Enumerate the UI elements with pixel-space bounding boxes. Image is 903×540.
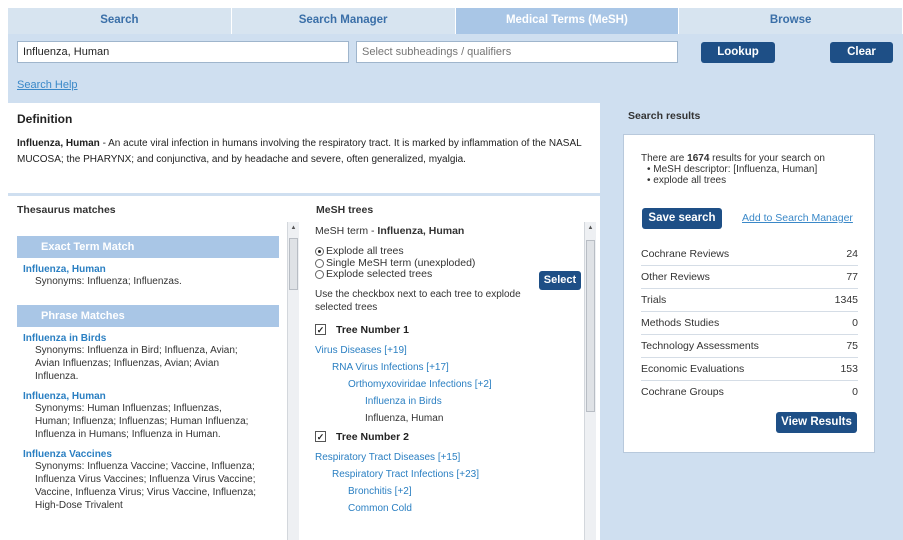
mesh-scrollbar[interactable]: ▲ [584,222,596,540]
thesaurus-heading: Thesaurus matches [17,204,116,216]
result-row[interactable]: Methods Studies 0 [641,312,858,335]
radio-explode-all[interactable]: Explode all trees [315,245,585,258]
result-row[interactable]: Cochrane Groups 0 [641,381,858,404]
results-summary: There are 1674 results for your search o… [641,153,869,186]
mesh-trees-heading: MeSH trees [316,204,374,216]
tab-bar: Search Search Manager Medical Terms (MeS… [8,8,903,34]
definition-text: Influenza, Human - An acute viral infect… [17,136,592,168]
phrase-term-link[interactable]: Influenza in Birds [23,333,259,344]
mesh-term-label: MeSH term - Influenza, Human [315,225,465,237]
checkbox-icon[interactable]: ✓ [315,324,326,335]
exact-term-link[interactable]: Influenza, Human [23,264,287,275]
definition-heading: Definition [17,112,73,126]
tab-medical-terms[interactable]: Medical Terms (MeSH) [455,8,680,34]
tab-browse[interactable]: Browse [679,8,903,34]
radio-icon[interactable] [315,258,324,268]
summary-bullet: explode all trees [647,175,869,186]
result-row[interactable]: Trials 1345 [641,289,858,312]
tree-number-2: ✓ Tree Number 2 [315,430,409,443]
tree-node[interactable]: Influenza in Birds [313,393,585,410]
phrase-term-synonyms: Synonyms: Influenza in Bird; Influenza, … [35,345,238,382]
exact-term-header: Exact Term Match [17,236,279,258]
phrase-term-link[interactable]: Influenza, Human [23,391,259,402]
view-results-button[interactable]: View Results [776,412,857,433]
mesh-tree-panel: MeSH term - Influenza, Human Explode all… [313,222,585,540]
list-item: Influenza, Human Synonyms: Influenza; In… [23,264,287,288]
tree-node[interactable]: Common Cold [313,500,585,517]
definition-body: - An acute viral infection in humans inv… [17,138,582,165]
select-button[interactable]: Select [539,271,581,290]
results-list: Cochrane Reviews 24 Other Reviews 77 Trial… [641,243,858,404]
tree-node[interactable]: Respiratory Tract Infections [+23] [313,466,585,483]
tree-node[interactable]: Respiratory Tract Diseases [+15] [313,449,585,466]
tree-node[interactable]: RNA Virus Infections [+17] [313,359,585,376]
phrase-matches-header: Phrase Matches [17,305,279,327]
result-row[interactable]: Economic Evaluations 153 [641,358,858,381]
search-results-heading: Search results [628,110,701,122]
definition-term: Influenza, Human [17,138,100,149]
scroll-thumb[interactable] [586,240,595,412]
exact-term-synonyms: Synonyms: Influenza; Influenzas. [35,276,182,287]
list-item: Influenza in Birds Synonyms: Influenza i… [23,333,259,383]
result-row[interactable]: Technology Assessments 75 [641,335,858,358]
definition-panel: Definition Influenza, Human - An acute v… [8,103,600,193]
scroll-up-icon[interactable]: ▲ [288,225,299,231]
tree-node[interactable]: Bronchitis [+2] [313,483,585,500]
phrase-term-synonyms: Synonyms: Influenza Vaccine; Vaccine, In… [35,461,257,511]
scroll-thumb[interactable] [289,238,298,290]
save-search-button[interactable]: Save search [642,208,722,229]
summary-bullet: MeSH descriptor: [Influenza, Human] [647,164,869,175]
mesh-instructions: Use the checkbox next to each tree to ex… [315,288,521,313]
qualifier-input[interactable] [356,41,678,63]
phrase-term-link[interactable]: Influenza Vaccines [23,449,259,460]
scroll-up-icon[interactable]: ▲ [585,225,596,231]
radio-icon[interactable] [315,270,324,280]
search-input[interactable] [17,41,349,63]
checkbox-icon[interactable]: ✓ [315,431,326,442]
results-count: 1674 [687,153,710,164]
search-results-panel: There are 1674 results for your search o… [623,134,875,453]
thesaurus-scrollbar[interactable]: ▲ [287,222,299,540]
mesh-term-value: Influenza, Human [377,225,465,237]
list-item: Influenza, Human Synonyms: Human Influen… [23,391,259,441]
thesaurus-list: Exact Term Match Influenza, Human Synony… [15,222,287,540]
result-row[interactable]: Cochrane Reviews 24 [641,243,858,266]
tree-node-current: Influenza, Human [365,412,444,424]
clear-button[interactable]: Clear [830,42,893,63]
tree-node[interactable]: Virus Diseases [+19] [313,342,585,359]
phrase-term-synonyms: Synonyms: Human Influenzas; Influenzas, … [35,403,249,440]
search-help-link[interactable]: Search Help [17,79,78,91]
tree-node[interactable]: Orthomyxoviridae Infections [+2] [313,376,585,393]
radio-icon[interactable] [315,247,324,257]
lookup-button[interactable]: Lookup [701,42,775,63]
tree-number-1: ✓ Tree Number 1 [315,323,409,336]
add-to-search-manager-link[interactable]: Add to Search Manager [742,212,853,224]
tab-search-manager[interactable]: Search Manager [232,8,456,34]
result-row[interactable]: Other Reviews 77 [641,266,858,289]
tab-search[interactable]: Search [8,8,232,34]
list-item: Influenza Vaccines Synonyms: Influenza V… [23,449,259,512]
